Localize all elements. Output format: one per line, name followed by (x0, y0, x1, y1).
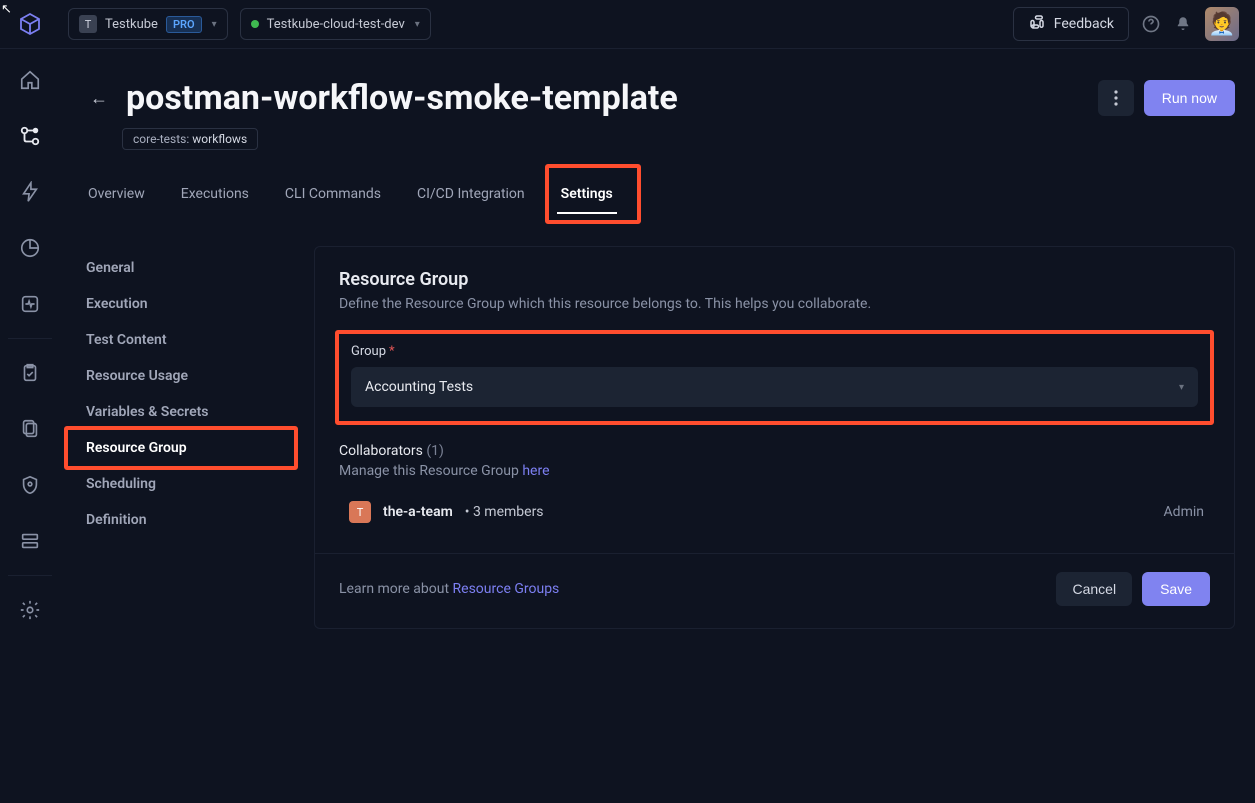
env-name: Testkube-cloud-test-dev (267, 17, 405, 32)
team-members: • 3 members (465, 504, 544, 520)
tab-overview[interactable]: Overview (84, 178, 149, 214)
group-selected-value: Accounting Tests (365, 379, 473, 395)
chevron-down-icon: ▾ (212, 19, 217, 30)
settings-layout: General Execution Test Content Resource … (84, 246, 1235, 629)
back-arrow-icon[interactable]: ← (84, 82, 114, 115)
plan-badge: PRO (166, 16, 202, 33)
bell-icon[interactable] (1173, 14, 1193, 34)
learn-more: Learn more about Resource Groups (339, 581, 559, 597)
page-title: postman-workflow-smoke-template (126, 78, 678, 118)
resource-group-panel: Resource Group Define the Resource Group… (314, 246, 1235, 629)
team-name: the-a-team (383, 504, 453, 520)
side-item-scheduling[interactable]: Scheduling (84, 466, 284, 502)
env-selector[interactable]: Testkube-cloud-test-dev ▾ (240, 8, 431, 40)
save-button[interactable]: Save (1142, 572, 1210, 606)
page-header: ← postman-workflow-smoke-template Run no… (84, 78, 1235, 118)
chevron-down-icon: ▾ (415, 19, 420, 30)
org-selector[interactable]: T Testkube PRO ▾ (68, 8, 228, 40)
collaborator-row: T the-a-team • 3 members Admin (339, 495, 1210, 553)
side-item-execution[interactable]: Execution (84, 286, 284, 322)
logo-icon[interactable] (18, 12, 42, 36)
feedback-button[interactable]: Feedback (1013, 7, 1129, 41)
group-select[interactable]: Accounting Tests ▾ (351, 367, 1198, 407)
side-item-general[interactable]: General (84, 250, 284, 286)
clipboard-check-icon[interactable] (18, 361, 42, 385)
panel-footer: Learn more about Resource Groups Cancel … (315, 553, 1234, 606)
tabs-nav: Overview Executions CLI Commands CI/CD I… (84, 178, 1235, 214)
settings-side-menu: General Execution Test Content Resource … (84, 246, 284, 629)
tab-cicd-integration[interactable]: CI/CD Integration (413, 178, 529, 214)
collaborators-title: Collaborators (1) (339, 443, 1210, 459)
main-content: ← postman-workflow-smoke-template Run no… (60, 48, 1255, 803)
feedback-label: Feedback (1054, 16, 1114, 32)
slack-icon (1028, 13, 1046, 35)
tab-settings[interactable]: Settings (557, 178, 617, 214)
panel-subtitle: Define the Resource Group which this res… (339, 296, 1210, 312)
label-key: core-tests: (133, 132, 189, 146)
collaborators-count: (1) (426, 443, 444, 459)
cancel-button[interactable]: Cancel (1056, 572, 1132, 606)
shield-icon[interactable] (18, 473, 42, 497)
resource-groups-link[interactable]: Resource Groups (453, 581, 560, 597)
triggers-icon[interactable] (18, 180, 42, 204)
workflows-icon[interactable] (18, 124, 42, 148)
label-value: workflows (192, 132, 247, 146)
side-item-variables-secrets[interactable]: Variables & Secrets (84, 394, 284, 430)
top-bar: T Testkube PRO ▾ Testkube-cloud-test-dev… (0, 0, 1255, 49)
collaborators-desc: Manage this Resource Group here (339, 463, 1210, 479)
side-item-definition[interactable]: Definition (84, 502, 284, 538)
side-item-test-content[interactable]: Test Content (84, 322, 284, 358)
team-role: Admin (1164, 504, 1210, 520)
side-item-resource-usage[interactable]: Resource Usage (84, 358, 284, 394)
org-badge-icon: T (79, 15, 97, 33)
label-chip: core-tests: workflows (122, 128, 258, 150)
required-star-icon: * (389, 344, 395, 359)
run-now-button[interactable]: Run now (1144, 80, 1235, 116)
manage-here-link[interactable]: here (522, 463, 549, 479)
side-item-resource-group[interactable]: Resource Group (84, 430, 284, 466)
status-dot-icon (251, 20, 259, 28)
left-rail (0, 0, 60, 803)
home-icon[interactable] (18, 68, 42, 92)
analytics-icon[interactable] (18, 236, 42, 260)
status-icon[interactable] (18, 292, 42, 316)
clipboard-stack-icon[interactable] (18, 417, 42, 441)
team-badge-icon: T (349, 501, 371, 523)
help-icon[interactable] (1141, 14, 1161, 34)
servers-icon[interactable] (18, 529, 42, 553)
group-field-label: Group* (351, 344, 1198, 359)
tab-executions[interactable]: Executions (177, 178, 253, 214)
panel-title: Resource Group (339, 269, 1210, 290)
user-avatar[interactable]: 🧑‍💼 (1205, 7, 1239, 41)
org-name: Testkube (105, 17, 158, 32)
settings-gear-icon[interactable] (18, 598, 42, 622)
chevron-down-icon: ▾ (1179, 382, 1184, 393)
tab-cli-commands[interactable]: CLI Commands (281, 178, 385, 214)
more-menu-button[interactable] (1098, 80, 1134, 116)
group-field-highlight: Group* Accounting Tests ▾ (335, 330, 1214, 425)
